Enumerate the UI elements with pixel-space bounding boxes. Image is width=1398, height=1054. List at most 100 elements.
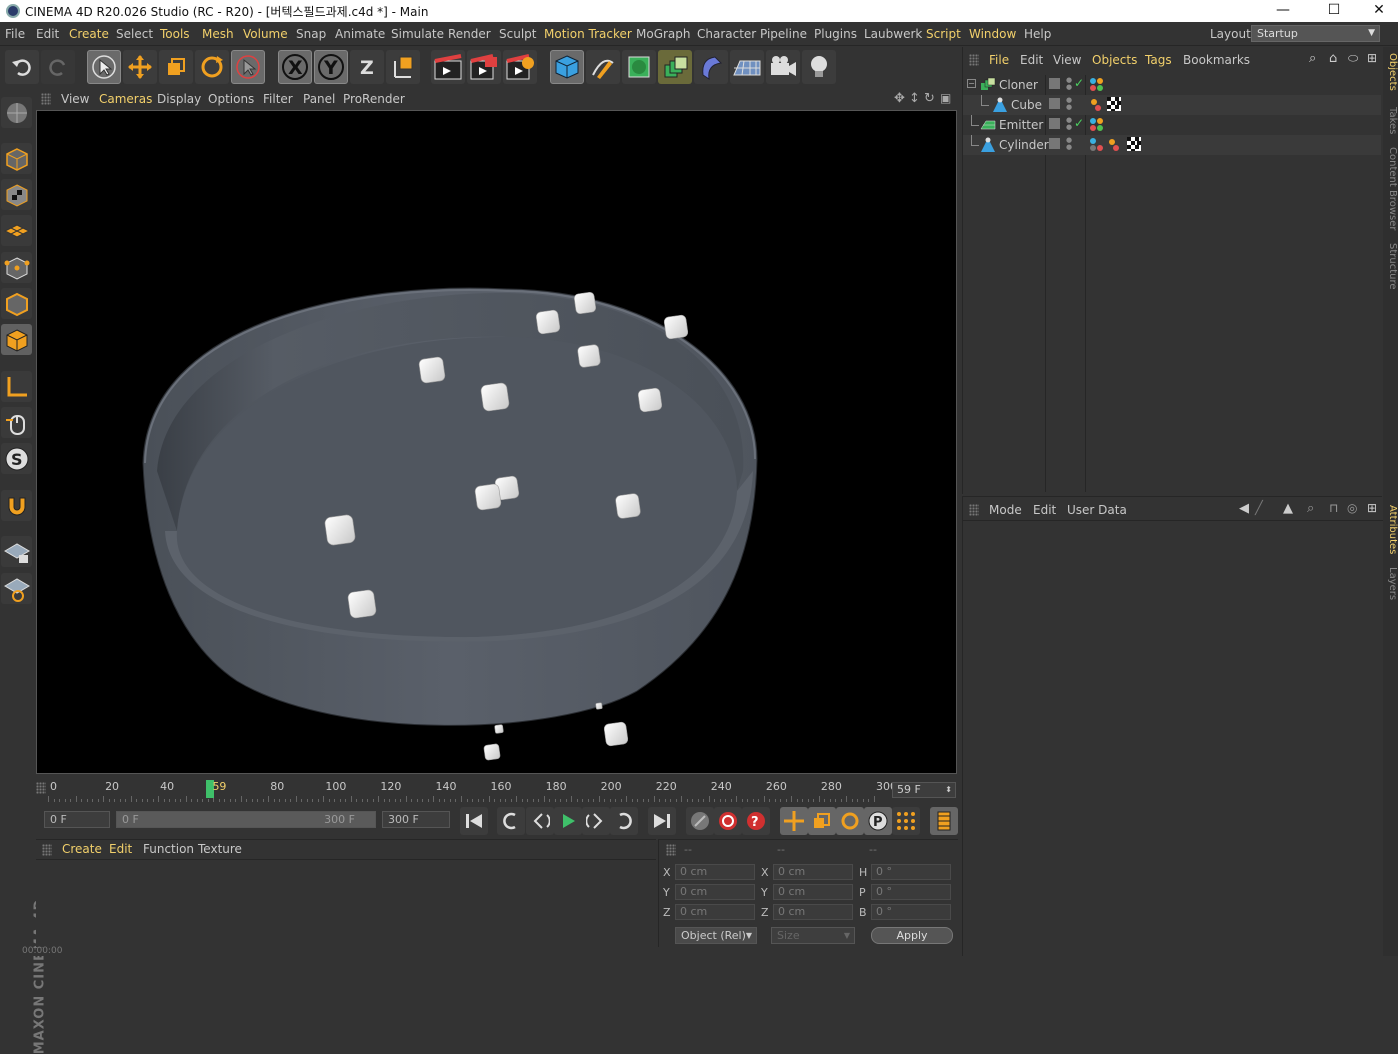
new-panel-icon[interactable]: ⊞ (1367, 501, 1377, 515)
y-axis-lock-button[interactable]: Y (314, 50, 348, 84)
menu-select[interactable]: Select (116, 27, 153, 41)
apply-button[interactable]: Apply (871, 927, 953, 944)
go-to-end-button[interactable] (648, 807, 676, 835)
texture-tag-icon[interactable] (1107, 97, 1121, 111)
move-tool-button[interactable] (123, 50, 157, 84)
texture-mode-button[interactable] (1, 179, 32, 210)
preview-range-slider[interactable]: 0 F 300 F (116, 811, 376, 828)
menu-window[interactable]: Window (969, 27, 1016, 41)
viewport-menu-view[interactable]: View (61, 92, 89, 106)
texture-tag-icon[interactable] (1127, 137, 1141, 151)
x-axis-lock-button[interactable]: X (278, 50, 312, 84)
viewport-menu-display[interactable]: Display (157, 92, 201, 106)
menu-laubwerk[interactable]: Laubwerk (864, 27, 922, 41)
key-rotation-button[interactable] (836, 807, 864, 835)
add-subdivision-button[interactable] (622, 50, 656, 84)
phong-tag-icon[interactable] (1089, 97, 1105, 113)
menu-volume[interactable]: Volume (243, 27, 288, 41)
menu-file[interactable]: File (5, 27, 25, 41)
visibility-dots-icon[interactable]: ● ● (1066, 77, 1072, 91)
record-active-objects-button[interactable] (686, 807, 714, 835)
add-spline-pen-button[interactable] (586, 50, 620, 84)
points-mode-button[interactable] (1, 252, 32, 283)
tweak-mode-button[interactable] (1, 407, 32, 438)
max-time-field[interactable]: 300 F (382, 811, 450, 828)
add-cloner-button[interactable] (658, 50, 692, 84)
polygons-mode-button[interactable] (1, 324, 32, 355)
maximize-button[interactable]: ☐ (1311, 0, 1357, 22)
viewport-pan-icon[interactable]: ✥ (894, 91, 905, 106)
object-row-cloner[interactable]: − Cloner ● ● ✓ (963, 75, 1381, 95)
home-icon[interactable]: ⌂ (1329, 51, 1337, 66)
pos-y-field[interactable]: 0 cm (675, 884, 755, 900)
visibility-dots-icon[interactable]: ● ● (1066, 97, 1072, 111)
menu-snap[interactable]: Snap (296, 27, 326, 41)
model-mode-button[interactable] (1, 143, 32, 174)
enabled-check-icon[interactable]: ✓ (1074, 76, 1084, 90)
menu-character[interactable]: Character (697, 27, 756, 41)
current-frame-field[interactable]: 59 F ⬍ (892, 782, 956, 798)
layer-swatch-icon[interactable] (1049, 138, 1060, 149)
perspective-viewport[interactable] (36, 110, 957, 774)
size-mode-select[interactable]: Size ▼ (771, 927, 855, 944)
undo-button[interactable] (5, 50, 39, 84)
size-z-field[interactable]: 0 cm (773, 904, 853, 920)
object-menu-file[interactable]: File (989, 53, 1009, 67)
pos-z-field[interactable]: 0 cm (675, 904, 755, 920)
size-x-field[interactable]: 0 cm (773, 864, 853, 880)
layer-swatch-icon[interactable] (1049, 78, 1060, 89)
key-scale-button[interactable] (808, 807, 836, 835)
viewport-menu-panel[interactable]: Panel (303, 92, 335, 106)
key-position-button[interactable] (780, 807, 808, 835)
material-menu-edit[interactable]: Edit (109, 842, 132, 856)
menu-pipeline[interactable]: Pipeline (760, 27, 807, 41)
redo-button[interactable] (41, 50, 75, 84)
menu-render[interactable]: Render (448, 27, 491, 41)
rot-h-field[interactable]: 0 ° (871, 864, 951, 880)
object-menu-edit[interactable]: Edit (1020, 53, 1043, 67)
key-parameter-button[interactable]: P (864, 807, 892, 835)
material-menu-texture[interactable]: Texture (198, 842, 242, 856)
previous-frame-button[interactable] (526, 807, 554, 835)
viewport-menu-options[interactable]: Options (208, 92, 254, 106)
go-to-next-key-button[interactable] (610, 807, 638, 835)
timeline-window-button[interactable] (930, 807, 958, 835)
object-menu-objects[interactable]: Objects (1092, 53, 1137, 67)
recent-tool-button[interactable] (231, 50, 265, 84)
object-menu-tags[interactable]: Tags (1145, 53, 1172, 67)
add-camera-button[interactable] (766, 50, 800, 84)
add-floor-button[interactable] (730, 50, 764, 84)
make-editable-button[interactable] (1, 97, 32, 128)
menu-create[interactable]: Create (69, 27, 109, 41)
z-axis-lock-button[interactable]: Z (350, 50, 384, 84)
forward-arrow-icon[interactable]: ╱ (1255, 501, 1263, 516)
size-y-field[interactable]: 0 cm (773, 884, 853, 900)
material-menu-function[interactable]: Function (143, 842, 194, 856)
rot-p-field[interactable]: 0 ° (871, 884, 951, 900)
lock-workplane-button[interactable] (1, 536, 32, 567)
tab-objects[interactable]: Objects (1383, 53, 1398, 91)
tab-layers[interactable]: Layers (1383, 567, 1398, 600)
search-icon[interactable]: ⌕ (1309, 51, 1316, 66)
layout-select[interactable]: Startup ▼ (1251, 25, 1380, 42)
render-settings-button[interactable] (503, 50, 537, 84)
render-to-picture-viewer-button[interactable] (467, 50, 501, 84)
rot-b-field[interactable]: 0 ° (871, 904, 951, 920)
menu-help[interactable]: Help (1024, 27, 1051, 41)
attribute-menu-mode[interactable]: Mode (989, 503, 1022, 517)
scale-tool-button[interactable] (159, 50, 193, 84)
go-to-previous-key-button[interactable] (497, 807, 525, 835)
coordinate-system-button[interactable] (386, 50, 420, 84)
attribute-menu-edit[interactable]: Edit (1033, 503, 1056, 517)
menu-edit[interactable]: Edit (36, 27, 59, 41)
link-icon[interactable]: ⬭ (1348, 51, 1358, 66)
new-panel-icon[interactable]: ⊞ (1367, 51, 1377, 65)
menu-tools[interactable]: Tools (160, 27, 190, 41)
search-icon[interactable]: ⌕ (1307, 501, 1314, 516)
edges-mode-button[interactable] (1, 288, 32, 319)
lock-icon[interactable]: ⊓ (1329, 501, 1338, 515)
rotate-tool-button[interactable] (195, 50, 229, 84)
minimize-button[interactable]: — (1260, 0, 1306, 22)
viewport-menu-filter[interactable]: Filter (263, 92, 293, 106)
menu-mesh[interactable]: Mesh (202, 27, 234, 41)
